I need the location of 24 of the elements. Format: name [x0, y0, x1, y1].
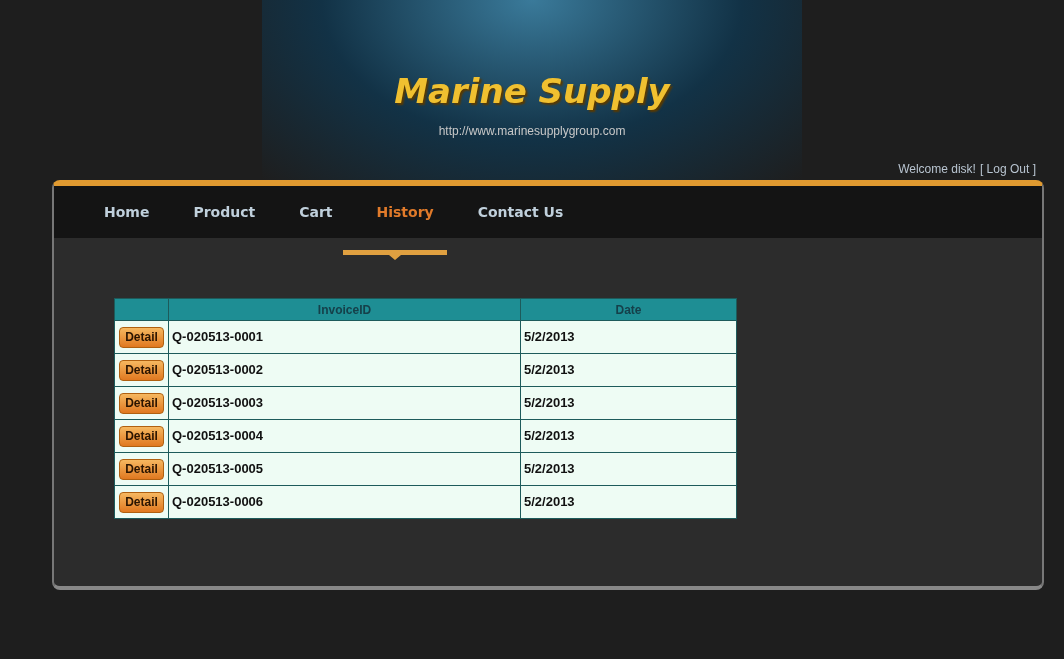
active-indicator-icon [343, 250, 447, 260]
logout-link[interactable]: [ Log Out ] [979, 160, 1036, 178]
table-cell-text: 5/2/2013 [523, 427, 576, 446]
detail-button[interactable]: Detail [119, 359, 164, 381]
table-cell-text: 5/2/2013 [523, 394, 576, 413]
site-url: http://www.marinesupplygroup.com [438, 123, 626, 140]
table-cell-text: 5/2/2013 [523, 328, 576, 347]
nav-tab[interactable]: Contact Us [477, 201, 564, 223]
detail-button[interactable]: Detail [119, 326, 164, 348]
welcome-text: Welcome disk! [898, 161, 976, 178]
detail-button[interactable]: Detail [119, 491, 164, 513]
table-cell-text: 5/2/2013 [523, 493, 576, 512]
column-header: Date [614, 301, 643, 319]
site-title: Marine Supply [394, 74, 670, 108]
table-cell: Q-020513-0006 [169, 486, 521, 518]
nav-tab[interactable]: Cart [299, 201, 333, 223]
nav-tab[interactable]: History [376, 201, 434, 223]
detail-button[interactable]: Detail [119, 458, 164, 480]
table-cell-text: 5/2/2013 [523, 460, 576, 479]
nav-tab[interactable]: Product [193, 201, 256, 223]
detail-button[interactable]: Detail [119, 425, 164, 447]
table-cell-text: 5/2/2013 [523, 361, 576, 380]
nav-tab[interactable]: Home [104, 201, 150, 223]
detail-button[interactable]: Detail [119, 392, 164, 414]
